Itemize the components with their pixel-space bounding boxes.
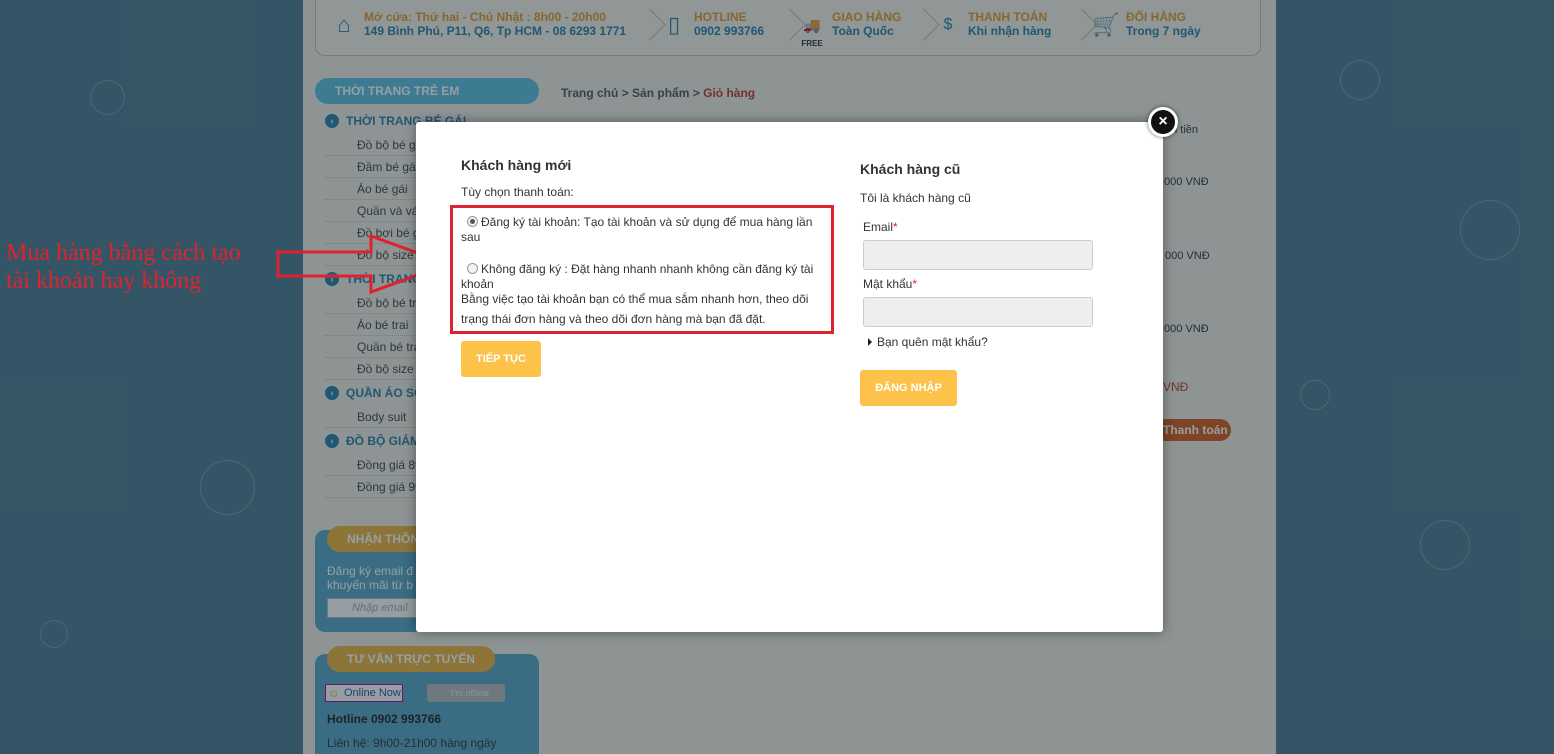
password-field[interactable] bbox=[863, 297, 1093, 327]
caret-right-icon bbox=[868, 338, 872, 346]
register-description: Bằng việc tạo tài khoản bạn có thể mua s… bbox=[461, 292, 809, 326]
login-button[interactable]: ĐĂNG NHẬP bbox=[860, 370, 957, 406]
returning-customer-title: Khách hàng cũ bbox=[860, 161, 961, 177]
returning-customer-subtitle: Tôi là khách hàng cũ bbox=[860, 191, 971, 205]
password-label: Mật khẩu* bbox=[863, 277, 918, 291]
register-radio[interactable] bbox=[467, 216, 478, 227]
email-label: Email* bbox=[863, 220, 898, 234]
forgot-password-link[interactable]: Bạn quên mật khẩu? bbox=[868, 335, 988, 349]
close-modal-button[interactable]: × bbox=[1148, 107, 1178, 137]
email-field[interactable] bbox=[863, 240, 1093, 270]
payment-options-label: Tùy chọn thanh toán: bbox=[461, 185, 574, 199]
register-account-option[interactable]: Đăng ký tài khoản: Tạo tài khoản và sử d… bbox=[461, 215, 827, 245]
guest-checkout-option[interactable]: Không đăng ký : Đặt hàng nhanh nhanh khô… bbox=[461, 262, 827, 292]
annotation-text: Mua hàng bằng cách tạo tài khoản hay khô… bbox=[6, 240, 241, 294]
new-customer-title: Khách hàng mới bbox=[461, 157, 572, 173]
guest-radio[interactable] bbox=[467, 263, 478, 274]
continue-button[interactable]: TIẾP TỤC bbox=[461, 341, 541, 377]
